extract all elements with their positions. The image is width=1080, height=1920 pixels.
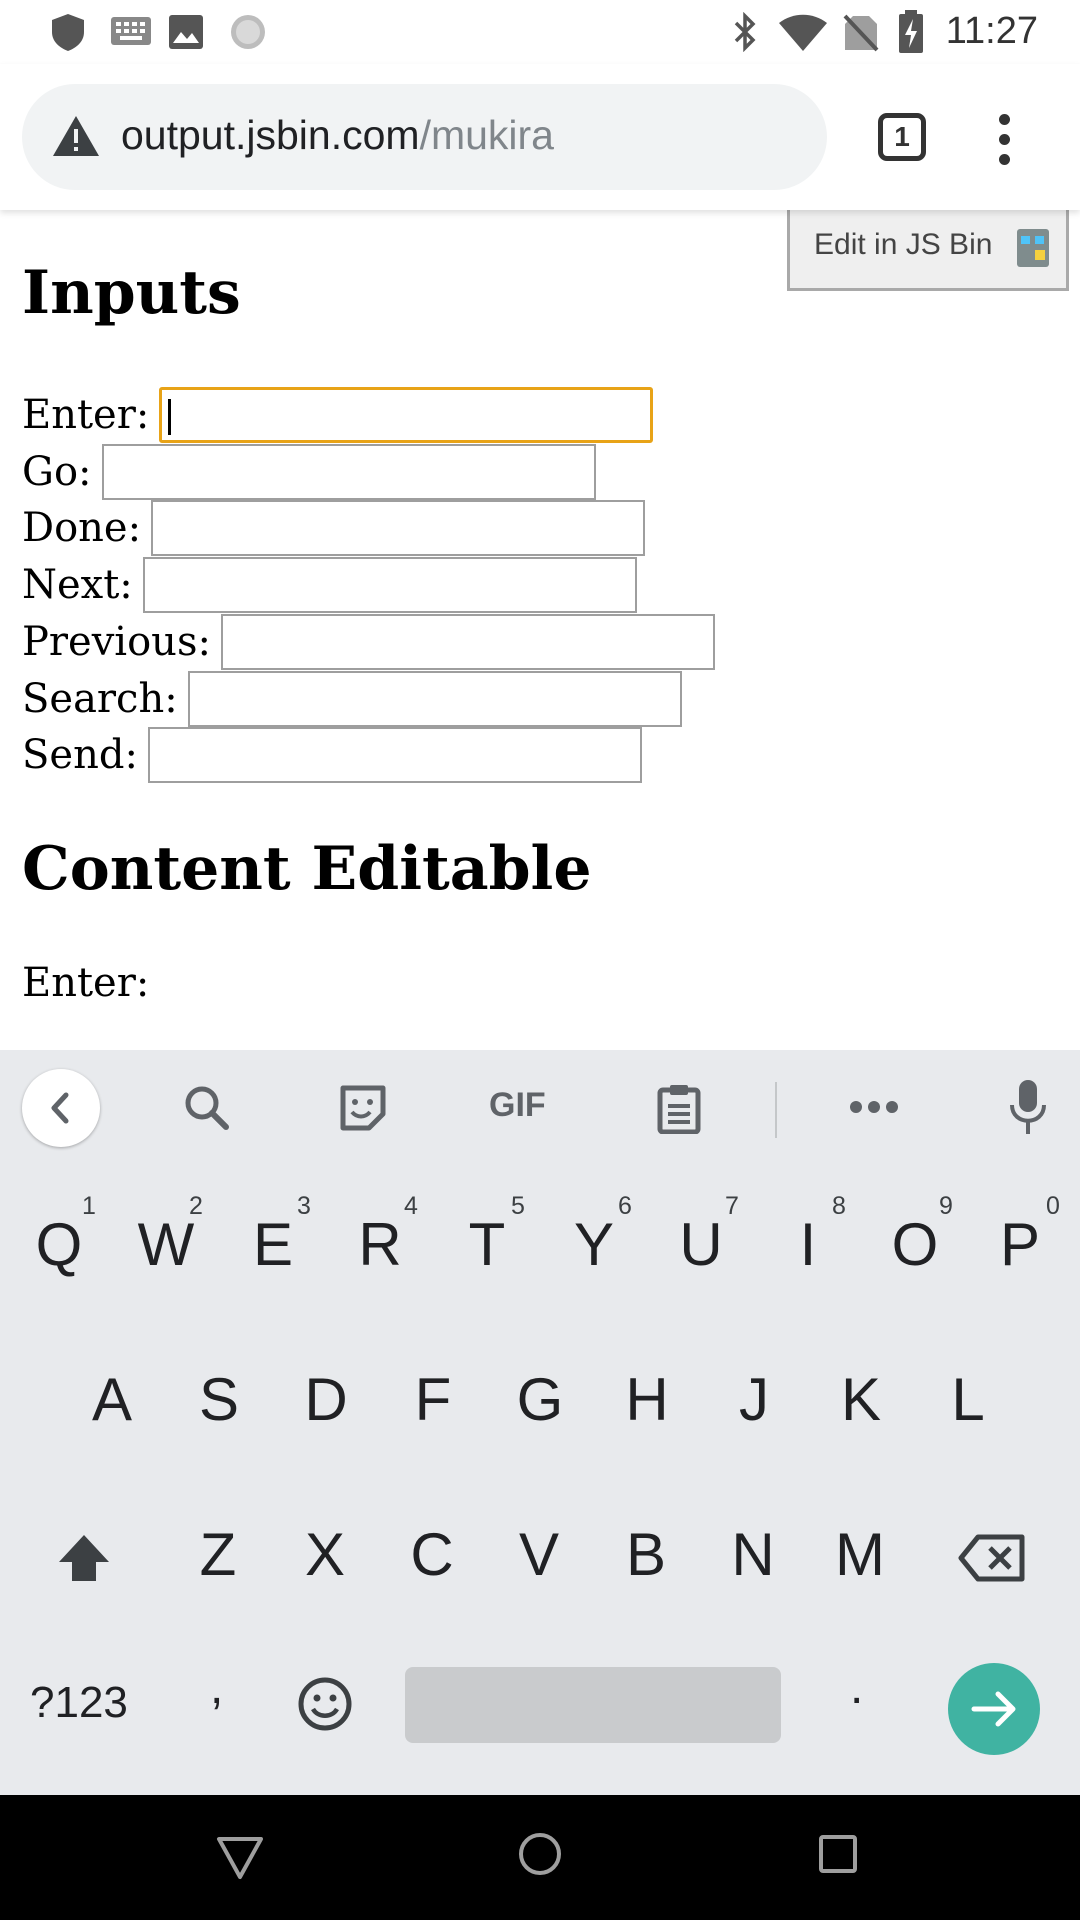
image-icon <box>169 15 203 49</box>
key-i[interactable]: I <box>763 1210 853 1279</box>
input-row-search: Search: <box>22 671 682 727</box>
back-triangle-icon[interactable] <box>215 1835 265 1881</box>
key-y[interactable]: Y <box>549 1210 639 1279</box>
toolbar-divider <box>775 1082 777 1138</box>
status-bar: 11:27 <box>0 0 1080 64</box>
inputs-heading: Inputs <box>22 258 241 328</box>
key-x[interactable]: X <box>280 1520 370 1589</box>
input-row-previous: Previous: <box>22 614 715 670</box>
key-s[interactable]: S <box>174 1365 264 1434</box>
key-u[interactable]: U <box>656 1210 746 1279</box>
edit-in-jsbin-button[interactable]: Edit in JS Bin <box>787 210 1069 291</box>
home-circle-icon[interactable] <box>517 1831 563 1877</box>
enter-key[interactable] <box>948 1663 1040 1755</box>
input-row-enter: Enter: <box>22 387 654 443</box>
clipboard-icon[interactable] <box>655 1082 703 1134</box>
bluetooth-icon <box>734 12 756 52</box>
web-page: Edit in JS Bin Inputs Enter: Go: Done: N… <box>0 210 1080 1050</box>
keyboard-toolbar: GIF <box>0 1050 1080 1168</box>
browser-toolbar: output.jsbin.com/mukira 1 <box>0 64 1080 210</box>
key-d[interactable]: D <box>281 1365 371 1434</box>
input-label: Done: <box>22 505 142 551</box>
content-editable-label: Enter: <box>22 960 150 1006</box>
sticker-icon[interactable] <box>337 1082 389 1134</box>
input-label: Search: <box>22 676 178 722</box>
key-g[interactable]: G <box>495 1365 585 1434</box>
shield-icon <box>52 14 84 51</box>
search-icon[interactable] <box>181 1082 233 1134</box>
arrow-right-icon <box>971 1691 1016 1727</box>
sync-icon <box>231 15 265 49</box>
mic-icon[interactable] <box>1008 1078 1048 1138</box>
key-j[interactable]: J <box>709 1365 799 1434</box>
edit-in-jsbin-label: Edit in JS Bin <box>814 228 993 261</box>
key-r[interactable]: R <box>335 1210 425 1279</box>
recents-square-icon[interactable] <box>817 1833 859 1875</box>
shift-icon[interactable] <box>56 1532 112 1584</box>
key-l[interactable]: L <box>923 1365 1013 1434</box>
backspace-icon[interactable] <box>958 1533 1028 1583</box>
input-label: Send: <box>22 732 138 778</box>
key-n[interactable]: N <box>708 1520 798 1589</box>
tabs-icon[interactable]: 1 <box>878 113 926 161</box>
key-p[interactable]: P <box>975 1210 1065 1279</box>
content-editable-heading: Content Editable <box>22 834 592 904</box>
key-h[interactable]: H <box>602 1365 692 1434</box>
url-text[interactable]: output.jsbin.com/mukira <box>121 112 554 159</box>
search-input[interactable] <box>187 671 682 727</box>
battery-charging-icon <box>899 10 923 53</box>
input-row-send: Send: <box>22 727 642 783</box>
key-b[interactable]: B <box>601 1520 691 1589</box>
go-input[interactable] <box>101 444 596 500</box>
key-t[interactable]: T <box>442 1210 532 1279</box>
key-e[interactable]: E <box>228 1210 318 1279</box>
input-label: Next: <box>22 562 133 608</box>
input-label: Enter: <box>22 392 150 438</box>
text-caret <box>168 399 172 435</box>
url-host: output.jsbin.com <box>121 112 420 158</box>
input-row-done: Done: <box>22 500 646 556</box>
input-row-go: Go: <box>22 444 596 500</box>
jsbin-logo-icon <box>1017 229 1049 267</box>
wifi-icon <box>779 14 827 51</box>
key-k[interactable]: K <box>816 1365 906 1434</box>
more-menu-icon[interactable] <box>990 114 1020 165</box>
input-label: Previous: <box>22 619 211 665</box>
next-input[interactable] <box>142 557 637 613</box>
more-icon[interactable] <box>849 1100 899 1114</box>
enter-input[interactable] <box>159 387 654 443</box>
address-bar[interactable]: output.jsbin.com/mukira <box>22 84 827 190</box>
symbols-key[interactable]: ?123 <box>30 1678 128 1728</box>
space-bar[interactable] <box>405 1667 781 1743</box>
gif-icon[interactable]: GIF <box>489 1086 546 1125</box>
keyboard-icon <box>111 17 151 45</box>
key-v[interactable]: V <box>494 1520 584 1589</box>
key-a[interactable]: A <box>67 1365 157 1434</box>
system-nav-bar <box>0 1795 1080 1920</box>
back-icon[interactable] <box>22 1069 100 1147</box>
key-f[interactable]: F <box>388 1365 478 1434</box>
soft-keyboard: GIF 1 2 3 4 5 6 7 8 9 0 Q W E R T Y U I … <box>0 1050 1080 1795</box>
done-input[interactable] <box>151 500 646 556</box>
no-sim-icon <box>843 14 879 52</box>
period-key[interactable]: . <box>850 1660 863 1715</box>
input-label: Go: <box>22 449 92 495</box>
status-time: 11:27 <box>945 10 1038 52</box>
key-o[interactable]: O <box>870 1210 960 1279</box>
url-path: /mukira <box>419 112 554 158</box>
previous-input[interactable] <box>220 614 715 670</box>
key-w[interactable]: W <box>121 1210 211 1279</box>
key-q[interactable]: Q <box>14 1210 104 1279</box>
key-c[interactable]: C <box>387 1520 477 1589</box>
key-m[interactable]: M <box>815 1520 905 1589</box>
key-z[interactable]: Z <box>173 1520 263 1589</box>
emoji-icon[interactable] <box>297 1676 353 1732</box>
send-input[interactable] <box>147 727 642 783</box>
input-row-next: Next: <box>22 557 637 613</box>
comma-key[interactable]: , <box>210 1660 223 1715</box>
content-editable-row[interactable]: Enter: <box>22 955 159 1011</box>
warning-icon[interactable] <box>52 114 100 158</box>
